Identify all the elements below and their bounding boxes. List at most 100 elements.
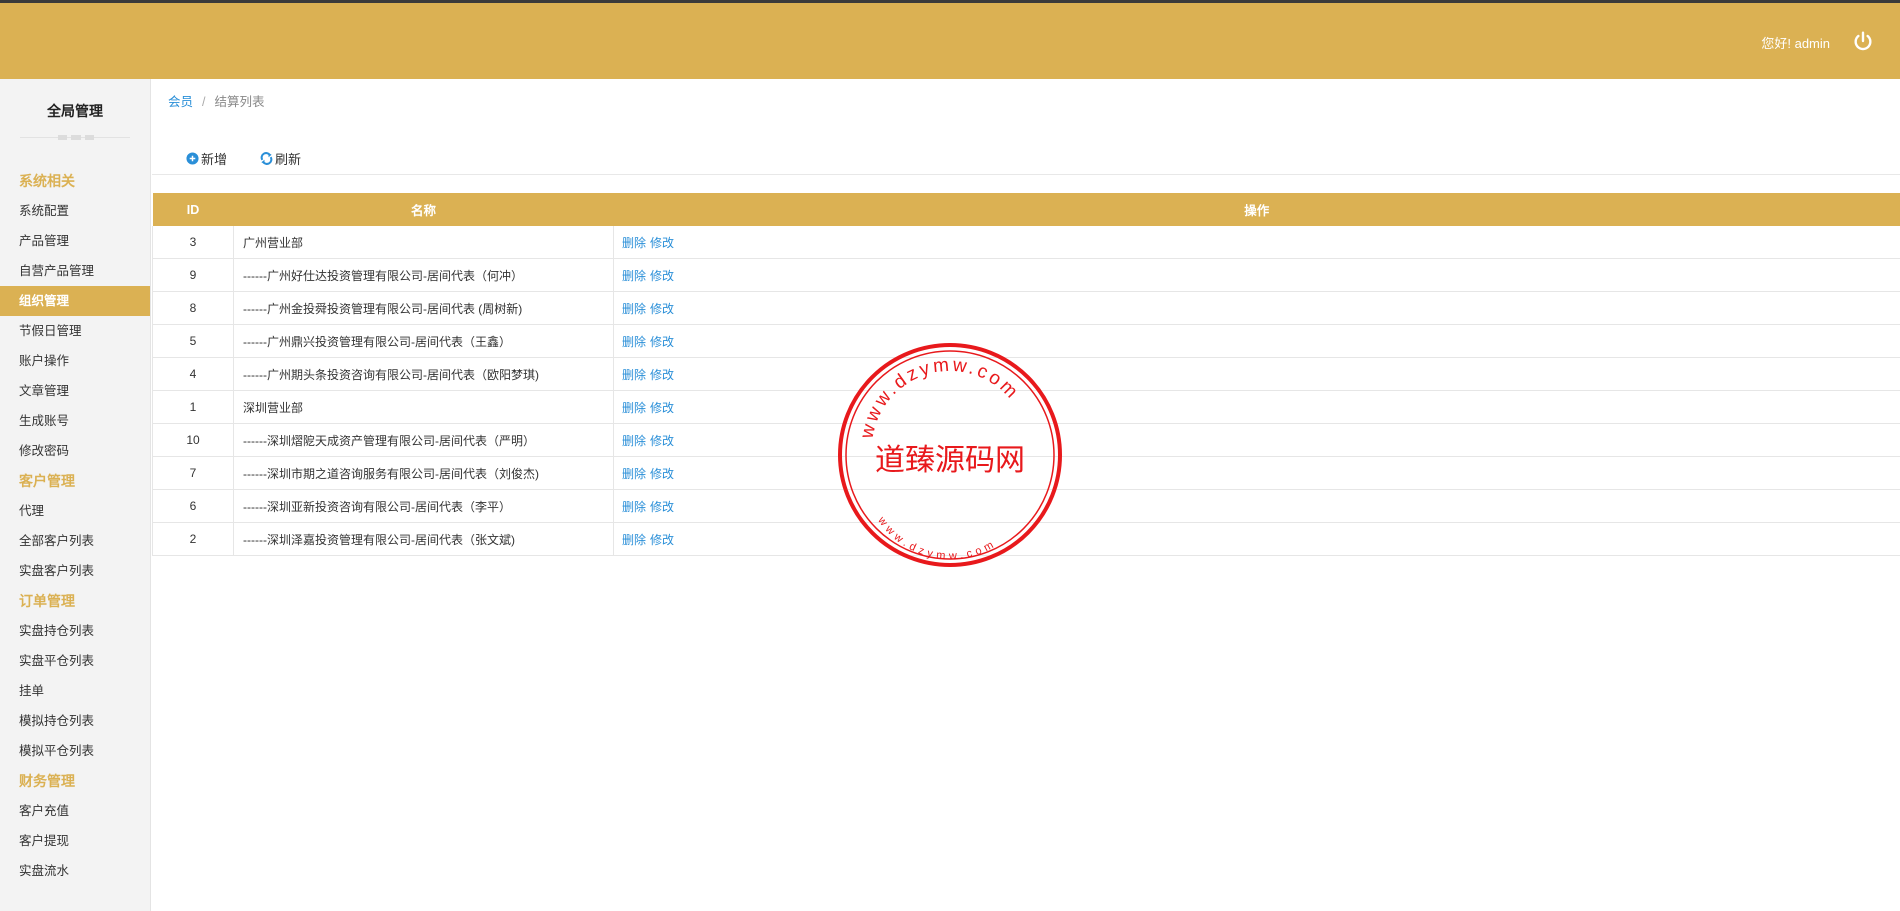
cell-actions: 删除 修改 xyxy=(613,423,1900,457)
stamp-inner-text: www.dzymw.com xyxy=(875,514,995,562)
sidebar-item[interactable]: 文章管理 xyxy=(0,376,150,406)
sidebar-group-label: 系统相关 xyxy=(19,173,75,189)
cell-id: 1 xyxy=(152,390,234,424)
stamp-center-text: 道臻源码网 xyxy=(875,443,1025,478)
sidebar-item[interactable]: 组织管理 xyxy=(0,286,150,316)
delete-link[interactable]: 删除 xyxy=(622,401,646,415)
sidebar-item[interactable]: 挂单 xyxy=(0,676,150,706)
cell-name: ------深圳亚新投资咨询有限公司-居间代表（李平） xyxy=(233,489,614,523)
sidebar-item[interactable]: 产品管理 xyxy=(0,226,150,256)
top-bar: 您好! admin xyxy=(0,3,1900,79)
sidebar-item[interactable]: 实盘持仓列表 xyxy=(0,616,150,646)
cell-name: ------广州好仕达投资管理有限公司-居间代表（何冲） xyxy=(233,258,614,292)
sidebar: 全局管理 系统相关系统配置 产品管理 自营产品管理 组织管理 节假日管理 账户操作 文章管理… xyxy=(0,79,151,911)
watermark-stamp: www.dzymw.com www.dzymw.com 道臻源码网 xyxy=(838,343,1062,567)
cell-name: ------广州鼎兴投资管理有限公司-居间代表（王鑫） xyxy=(233,324,614,358)
delete-link[interactable]: 删除 xyxy=(622,467,646,481)
sidebar-group-label: 财务管理 xyxy=(19,773,75,789)
cell-actions: 删除 修改 xyxy=(613,226,1900,259)
sidebar-group-label: 订单管理 xyxy=(19,593,75,609)
cell-id: 9 xyxy=(152,258,234,292)
sidebar-item[interactable]: 实盘平仓列表 xyxy=(0,646,150,676)
sidebar-item[interactable]: 模拟平仓列表 xyxy=(0,736,150,766)
cell-actions: 删除 修改 xyxy=(613,291,1900,325)
cell-name: 深圳营业部 xyxy=(233,390,614,424)
sidebar-item[interactable]: 生成账号 xyxy=(0,406,150,436)
user-greeting: 您好! admin xyxy=(1761,36,1830,51)
cell-name: ------广州期头条投资咨询有限公司-居间代表（欧阳梦琪) xyxy=(233,357,614,391)
edit-link[interactable]: 修改 xyxy=(650,533,674,547)
edit-link[interactable]: 修改 xyxy=(650,269,674,283)
edit-link[interactable]: 修改 xyxy=(650,302,674,316)
breadcrumb-parent[interactable]: 会员 xyxy=(168,95,193,109)
refresh-icon xyxy=(260,152,273,165)
delete-link[interactable]: 删除 xyxy=(622,500,646,514)
breadcrumb-separator: / xyxy=(202,95,206,109)
refresh-button[interactable]: 刷新 xyxy=(260,149,301,168)
breadcrumb-current: 结算列表 xyxy=(214,95,265,109)
table-row: 9 ------广州好仕达投资管理有限公司-居间代表（何冲） 删除 修改 xyxy=(152,258,1900,292)
sidebar-group-label: 客户管理 xyxy=(19,473,75,489)
sidebar-item[interactable]: 修改密码 xyxy=(0,436,150,466)
edit-link[interactable]: 修改 xyxy=(650,434,674,448)
cell-id: 5 xyxy=(152,324,234,358)
edit-link[interactable]: 修改 xyxy=(650,368,674,382)
delete-link[interactable]: 删除 xyxy=(622,236,646,250)
delete-link[interactable]: 删除 xyxy=(622,368,646,382)
cell-id: 8 xyxy=(152,291,234,325)
sidebar-title: 全局管理 xyxy=(47,103,103,119)
sidebar-item[interactable]: 客户提现 xyxy=(0,826,150,856)
sidebar-item[interactable]: 节假日管理 xyxy=(0,316,150,346)
sidebar-item[interactable]: 代理 xyxy=(0,496,150,526)
table-row: 3 广州营业部 删除 修改 xyxy=(152,226,1900,259)
delete-link[interactable]: 删除 xyxy=(622,269,646,283)
delete-link[interactable]: 删除 xyxy=(622,533,646,547)
svg-text:www.dzymw.com: www.dzymw.com xyxy=(875,514,999,562)
sidebar-item[interactable]: 自营产品管理 xyxy=(0,256,150,286)
delete-link[interactable]: 删除 xyxy=(622,335,646,349)
cell-name: ------深圳泽嘉投资管理有限公司-居间代表（张文斌) xyxy=(233,522,614,556)
breadcrumb: 会员 / 结算列表 xyxy=(168,91,265,110)
edit-link[interactable]: 修改 xyxy=(650,401,674,415)
sidebar-item[interactable]: 实盘流水 xyxy=(0,856,150,886)
delete-link[interactable]: 删除 xyxy=(622,302,646,316)
cell-actions: 删除 修改 xyxy=(613,357,1900,391)
cell-actions: 删除 修改 xyxy=(613,324,1900,358)
cell-actions: 删除 修改 xyxy=(613,258,1900,292)
edit-link[interactable]: 修改 xyxy=(650,467,674,481)
cell-actions: 删除 修改 xyxy=(613,489,1900,523)
edit-link[interactable]: 修改 xyxy=(650,236,674,250)
edit-link[interactable]: 修改 xyxy=(650,335,674,349)
column-header-actions: 操作 xyxy=(613,193,1900,226)
sidebar-item[interactable]: 账户操作 xyxy=(0,346,150,376)
cell-id: 10 xyxy=(152,423,234,457)
sidebar-item[interactable]: 全部客户列表 xyxy=(0,526,150,556)
cell-name: ------广州金投舜投资管理有限公司-居间代表 (周树新) xyxy=(233,291,614,325)
cell-id: 7 xyxy=(152,456,234,490)
cell-id: 2 xyxy=(152,522,234,556)
cell-name: ------深圳熠阸天成资产管理有限公司-居间代表（严明） xyxy=(233,423,614,457)
table-row: 8 ------广州金投舜投资管理有限公司-居间代表 (周树新) 删除 修改 xyxy=(152,291,1900,325)
column-header-name: 名称 xyxy=(233,193,614,226)
sidebar-item[interactable]: 模拟持仓列表 xyxy=(0,706,150,736)
plus-circle-icon xyxy=(186,152,199,165)
add-button[interactable]: 新增 xyxy=(186,149,227,168)
sidebar-divider-dots xyxy=(58,135,94,140)
cell-actions: 删除 修改 xyxy=(613,456,1900,490)
cell-id: 4 xyxy=(152,357,234,391)
cell-actions: 删除 修改 xyxy=(613,522,1900,556)
sidebar-item[interactable]: 客户充值 xyxy=(0,796,150,826)
add-button-label: 新增 xyxy=(201,152,228,167)
power-icon[interactable] xyxy=(1852,30,1874,52)
toolbar: 新增 刷新 xyxy=(152,130,1900,175)
cell-id: 6 xyxy=(152,489,234,523)
sidebar-item[interactable]: 实盘客户列表 xyxy=(0,556,150,586)
column-header-id: ID xyxy=(152,193,234,226)
edit-link[interactable]: 修改 xyxy=(650,500,674,514)
cell-name: 广州营业部 xyxy=(233,226,614,259)
sidebar-item[interactable]: 系统配置 xyxy=(0,196,150,226)
cell-actions: 删除 修改 xyxy=(613,390,1900,424)
delete-link[interactable]: 删除 xyxy=(622,434,646,448)
table-header-row: ID 名称 操作 xyxy=(152,193,1900,226)
refresh-button-label: 刷新 xyxy=(275,152,302,167)
